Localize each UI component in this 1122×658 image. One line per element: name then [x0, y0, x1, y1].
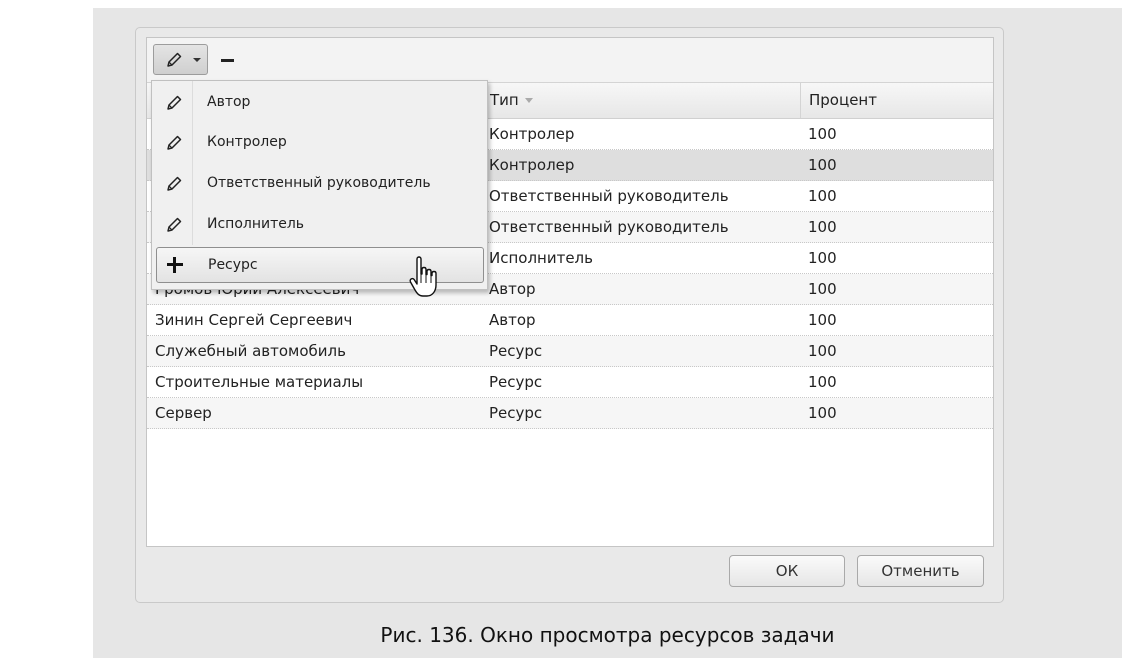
- table-row[interactable]: Служебный автомобиль Ресурс 100: [147, 336, 993, 367]
- cell-type: Ресурс: [489, 373, 543, 391]
- menu-item-responsible-manager[interactable]: Ответственный руководитель: [156, 166, 482, 201]
- cell-name: Зинин Сергей Сергеевич: [155, 311, 353, 329]
- cell-percent: 100: [808, 342, 837, 360]
- cell-type: Ответственный руководитель: [489, 218, 729, 236]
- figure-caption: Рис. 136. Окно просмотра ресурсов задачи: [380, 623, 835, 647]
- menu-item-label: Ответственный руководитель: [207, 175, 431, 191]
- menu-item-author[interactable]: Автор: [156, 85, 482, 120]
- cell-type: Контролер: [489, 156, 575, 174]
- plus-icon: [167, 257, 183, 273]
- column-header-percent[interactable]: Процент: [800, 83, 993, 118]
- menu-item-label: Контролер: [207, 134, 287, 150]
- menu-item-label: Исполнитель: [207, 216, 305, 232]
- ok-button[interactable]: ОК: [729, 555, 845, 587]
- cell-name: Служебный автомобиль: [155, 342, 346, 360]
- cell-type: Ресурс: [489, 404, 543, 422]
- cell-name: Сервер: [155, 404, 212, 422]
- menu-item-controller[interactable]: Контролер: [156, 125, 482, 160]
- cell-percent: 100: [808, 125, 837, 143]
- cell-type: Автор: [489, 280, 536, 298]
- table-row[interactable]: Зинин Сергей Сергеевич Автор 100: [147, 305, 993, 336]
- cell-type: Ответственный руководитель: [489, 187, 729, 205]
- column-header-type[interactable]: Тип: [481, 83, 800, 118]
- cell-percent: 100: [808, 404, 837, 422]
- cell-type: Исполнитель: [489, 249, 593, 267]
- cancel-button[interactable]: Отменить: [857, 555, 984, 587]
- pencil-icon: [167, 176, 182, 191]
- pencil-icon: [167, 217, 182, 232]
- menu-item-label: Автор: [207, 94, 251, 110]
- cell-percent: 100: [808, 311, 837, 329]
- cell-percent: 100: [808, 249, 837, 267]
- cell-name: Строительные материалы: [155, 373, 364, 391]
- menu-item-executor[interactable]: Исполнитель: [156, 207, 482, 242]
- hand-pointer-cursor-icon: [409, 256, 437, 297]
- cell-percent: 100: [808, 280, 837, 298]
- table-row[interactable]: Строительные материалы Ресурс 100: [147, 367, 993, 398]
- cell-type: Ресурс: [489, 342, 543, 360]
- edit-dropdown-button[interactable]: [153, 44, 208, 75]
- pencil-icon: [167, 95, 182, 110]
- caret-down-icon: [193, 58, 201, 62]
- cell-type: Автор: [489, 311, 536, 329]
- sort-desc-icon: [524, 98, 533, 103]
- cell-type: Контролер: [489, 125, 575, 143]
- grid-toolbar: [147, 38, 993, 82]
- cell-percent: 100: [808, 218, 837, 236]
- cell-percent: 100: [808, 187, 837, 205]
- remove-button[interactable]: [220, 52, 236, 68]
- menu-item-label: Ресурс: [208, 257, 258, 273]
- cell-percent: 100: [808, 373, 837, 391]
- cell-percent: 100: [808, 156, 837, 174]
- pencil-icon: [167, 52, 182, 67]
- column-header-type-label: Тип: [490, 91, 519, 109]
- pencil-icon: [167, 135, 182, 150]
- table-row[interactable]: Сервер Ресурс 100: [147, 398, 993, 429]
